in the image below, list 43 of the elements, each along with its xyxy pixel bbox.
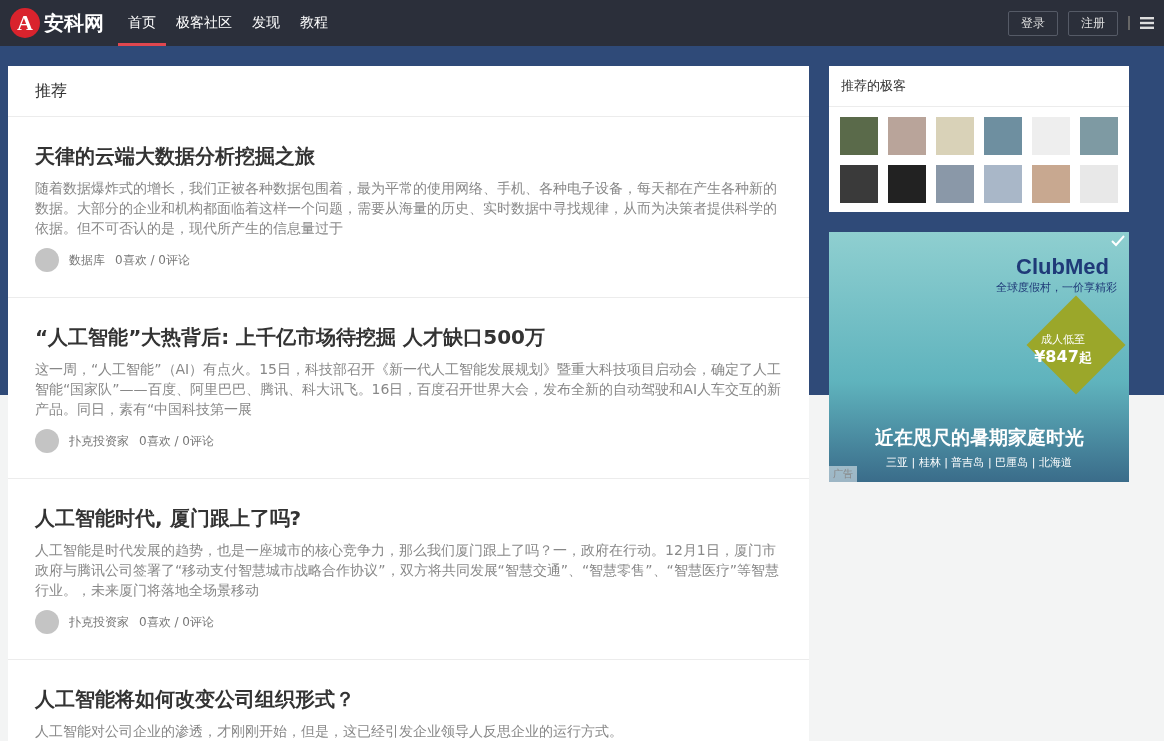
login-button[interactable]: 登录 [1008, 10, 1058, 36]
article-summary: 随着数据爆炸式的增长，我们正被各种数据包围着，最为平常的使用网络、手机、各种电子设备，每天都在产生各种新的数据。大部分的企业和机构都面临着这样一个问题，需要从海量的历史、实时数据中寻找规律，从而为决策者提供科学的依据。但不可否认的是，现代所产生的信息量过于 [35, 179, 778, 238]
article-stats: 0喜欢 / 0评论 [139, 432, 214, 450]
ad-slogan: 全球度假村，一价享精彩 [996, 280, 1117, 295]
article-title[interactable]: 人工智能时代, 厦门跟上了吗? [35, 505, 782, 532]
section-title: 推荐 [8, 66, 809, 117]
user-avatar[interactable] [888, 165, 926, 203]
logo-text[interactable]: 安科网 [44, 9, 104, 37]
author-avatar [35, 429, 59, 453]
user-avatar[interactable] [888, 117, 926, 155]
user-avatar[interactable] [984, 117, 1022, 155]
nav-tab[interactable]: 教程 [290, 0, 338, 46]
user-avatar[interactable] [936, 117, 974, 155]
user-avatar[interactable] [1080, 117, 1118, 155]
ad-headline: 近在咫尺的暑期家庭时光 [874, 425, 1084, 450]
article-summary: 人工智能是时代发展的趋势，也是一座城市的核心竞争力，那么我们厦门跟上了吗？一，政府在行动。12月1日，厦门市政府与腾讯公司签署了“移动支付智慧城市战略合作协议”，双方将共同发展“智慧交通”、“智慧零售”、“智慧医疗”等智慧行业。，未来厦门将落地全场景移动 [35, 541, 781, 600]
user-avatar[interactable] [1032, 165, 1070, 203]
article-title[interactable]: 人工智能将如何改变公司组织形式？ [35, 686, 782, 713]
user-avatar[interactable] [984, 165, 1022, 203]
article-summary: 这一周，“人工智能”（AI）有点火。15日，科技部召开《新一代人工智能发展规划》暨重大科技项目启动会，确定了人工智能“国家队”——百度、阿里巴巴、腾讯、科大讯飞。16日，百度召开世界大会，发布全新的自动驾驶和AI人车交互的新产品。同日，素有“中国科技第一展 [35, 360, 782, 419]
author-avatar [35, 610, 59, 634]
ad-brand: ClubMed [1016, 254, 1109, 280]
nav-tab[interactable]: 发现 [242, 0, 290, 46]
article-summary: 人工智能对公司企业的渗透，才刚刚开始，但是，这已经引发企业领导人反思企业的运行方式。 [35, 722, 624, 741]
price-label: 成人低至 [1041, 332, 1085, 347]
nav-tab[interactable]: 极客社区 [166, 0, 242, 46]
menu-icon[interactable] [1140, 17, 1154, 29]
article-title[interactable]: “人工智能”大热背后: 上千亿市场待挖掘 人才缺口500万 [35, 324, 782, 351]
author-avatar [35, 248, 59, 272]
article-stats: 0喜欢 / 0评论 [139, 613, 214, 631]
author-name[interactable]: 扑克投资家 [69, 432, 129, 450]
check-icon [1111, 235, 1125, 247]
ad-destinations: 三亚 | 桂林 | 普吉岛 | 巴厘岛 | 北海道 [886, 455, 1072, 470]
author-name[interactable]: 数据库 [69, 251, 105, 269]
logo-icon[interactable]: A [10, 8, 40, 38]
author-name[interactable]: 扑克投资家 [69, 613, 129, 631]
user-avatar[interactable] [840, 117, 878, 155]
user-avatar[interactable] [936, 165, 974, 203]
article-title[interactable]: 天律的云端大数据分析挖掘之旅 [35, 143, 782, 170]
card-title: 推荐的极客 [829, 66, 1129, 107]
article-stats: 0喜欢 / 0评论 [115, 251, 190, 269]
user-avatar[interactable] [840, 165, 878, 203]
register-button[interactable]: 注册 [1068, 10, 1118, 36]
